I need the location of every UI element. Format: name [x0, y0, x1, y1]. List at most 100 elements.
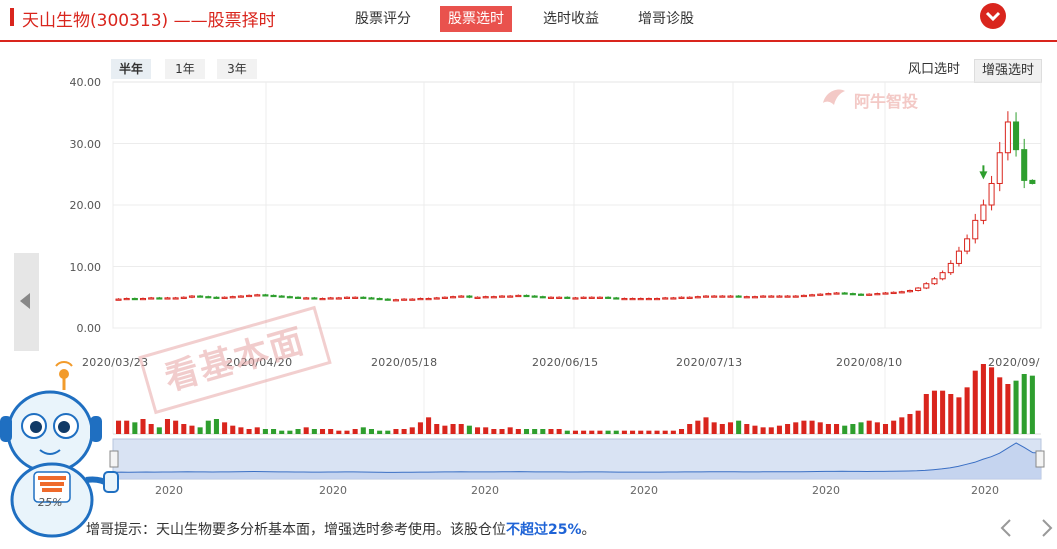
candle-body	[237, 295, 244, 298]
volume-bar	[842, 425, 848, 434]
volume-bar	[173, 420, 179, 434]
candle-body	[719, 295, 726, 298]
volume-bar	[385, 430, 391, 434]
candle-body	[890, 291, 897, 295]
volume-bar	[825, 424, 831, 434]
candle-body	[458, 295, 465, 298]
volume-bar	[605, 430, 611, 434]
volume-bar	[197, 427, 203, 434]
volume-bar	[540, 429, 546, 434]
candle-body	[711, 295, 718, 298]
volume-bar	[344, 430, 350, 434]
candle-body	[613, 297, 620, 300]
candle-body	[278, 295, 285, 298]
volume-bar	[393, 429, 399, 434]
volume-bar	[572, 430, 578, 434]
volume-bar	[964, 387, 970, 434]
volume-bar	[311, 429, 317, 434]
candle-body	[947, 262, 954, 274]
volume-bar	[817, 422, 823, 434]
volume-bar	[148, 424, 154, 434]
bull-logo-icon	[823, 89, 845, 105]
date-label: 2020/08/10	[836, 356, 903, 369]
candle-body	[637, 297, 644, 301]
candle-body	[531, 295, 538, 298]
candle-body	[760, 295, 767, 298]
candle-body	[507, 295, 514, 298]
candle-body	[605, 296, 612, 299]
candle-body	[915, 287, 922, 291]
candle-body	[1021, 149, 1028, 181]
candle-body	[800, 294, 807, 298]
prev-arrow-icon[interactable]	[995, 517, 1017, 539]
candle-body	[564, 296, 571, 299]
volume-bar	[548, 429, 554, 434]
candle-body	[841, 292, 848, 295]
volume-bar	[662, 430, 668, 434]
candle-body	[556, 296, 563, 299]
volume-bar	[597, 430, 603, 434]
candle-body	[433, 297, 440, 300]
tip-highlight: 不超过25%	[506, 522, 582, 538]
candle-body	[498, 295, 506, 298]
tip-text: 增哥提示：天山生物要多分析基本面，增强选时参考使用。该股仓位	[86, 522, 506, 538]
candle-body	[898, 291, 905, 294]
candle-body	[221, 296, 228, 299]
volume-bar	[850, 424, 856, 434]
volume-bar	[523, 429, 530, 434]
candle-body	[490, 296, 497, 299]
candle-body	[955, 250, 962, 264]
y-tick-label: 10.00	[69, 261, 102, 274]
volume-bar	[613, 430, 619, 434]
volume-bar	[882, 424, 889, 434]
volume-bar	[156, 427, 162, 434]
volume-bar	[589, 430, 595, 434]
volume-bar	[507, 427, 513, 434]
volume-bar	[254, 427, 260, 434]
volume-bar	[1021, 374, 1027, 434]
candle-body	[866, 293, 873, 296]
candle-body	[131, 297, 138, 301]
volume-bar	[246, 429, 252, 434]
candle-body	[409, 298, 416, 301]
volume-bar	[719, 424, 725, 434]
candle-body	[662, 297, 669, 300]
next-arrow-icon[interactable]	[1036, 517, 1057, 539]
candle-body	[743, 296, 750, 299]
volume-bar	[736, 420, 742, 434]
date-label: 2020/05/18	[371, 356, 438, 369]
left-pager-button[interactable]	[14, 253, 39, 351]
candle-body	[1013, 121, 1020, 151]
candle-body	[1004, 121, 1011, 154]
volume-bar	[621, 430, 627, 434]
candle-body	[254, 294, 261, 297]
volume-bar	[303, 427, 309, 434]
candle-body	[972, 219, 979, 240]
candle-body	[776, 295, 783, 298]
stock-chart	[109, 81, 1045, 480]
candle-body	[295, 296, 302, 299]
navigator-handle[interactable]	[1035, 450, 1045, 468]
volume-bar	[556, 429, 562, 434]
candle-body	[686, 296, 693, 299]
candle-body	[768, 295, 775, 298]
candle-body	[996, 152, 1003, 184]
volume-bar	[858, 422, 864, 434]
volume-bar	[140, 419, 146, 434]
candle-body	[539, 296, 546, 299]
volume-bar	[434, 424, 440, 434]
advice-tip: 增哥提示：天山生物要多分析基本面，增强选时参考使用。该股仓位不超过25%。	[86, 519, 596, 539]
volume-bar	[328, 429, 334, 434]
volume-bar	[940, 390, 946, 434]
navigator-year-label: 2020	[812, 484, 840, 497]
candle-body	[327, 297, 334, 300]
chevron-left-icon	[20, 293, 30, 309]
candle-body	[931, 278, 938, 285]
candle-body	[482, 296, 489, 299]
candle-body	[784, 295, 791, 298]
candle-body	[923, 283, 930, 289]
volume-bar	[972, 370, 978, 434]
volume-bar	[466, 425, 472, 434]
volume-bar	[238, 427, 244, 434]
candle-body	[874, 293, 881, 296]
